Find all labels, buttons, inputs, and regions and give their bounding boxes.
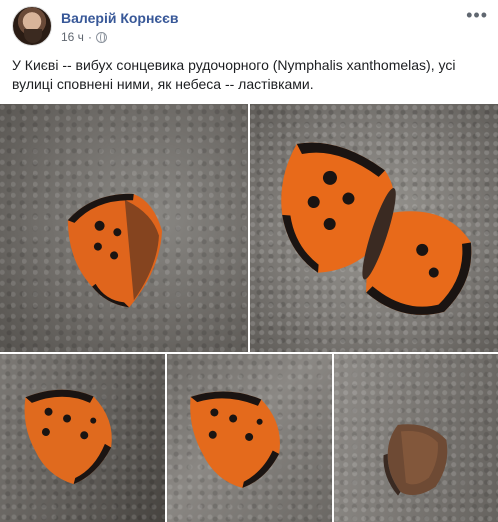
globe-icon: [95, 31, 107, 43]
author-name[interactable]: Валерій Корнєєв: [61, 10, 179, 26]
butterfly-image-3: [24, 389, 112, 485]
photo-grid: [0, 104, 498, 522]
photo-5[interactable]: [334, 354, 498, 522]
post-time[interactable]: 16 ч: [61, 30, 84, 44]
butterfly-image-4: [190, 391, 280, 488]
meta-separator: ·: [87, 30, 92, 44]
butterfly-image-5: [383, 424, 448, 496]
post-text: У Києві -- вибух сонцевика рудочорного (…: [12, 57, 456, 92]
post-meta: 16 ч ·: [61, 30, 107, 44]
author-avatar[interactable]: [12, 6, 52, 46]
butterfly-image-1: [67, 193, 163, 308]
more-options-icon[interactable]: •••: [466, 6, 488, 24]
photo-3[interactable]: [0, 354, 165, 522]
photo-1[interactable]: [0, 104, 248, 352]
photo-2[interactable]: [250, 104, 498, 352]
photo-4[interactable]: [167, 354, 332, 522]
post-header: Валерій Корнєєв 16 ч · •••: [0, 0, 498, 50]
butterfly-image-2: [281, 142, 472, 315]
